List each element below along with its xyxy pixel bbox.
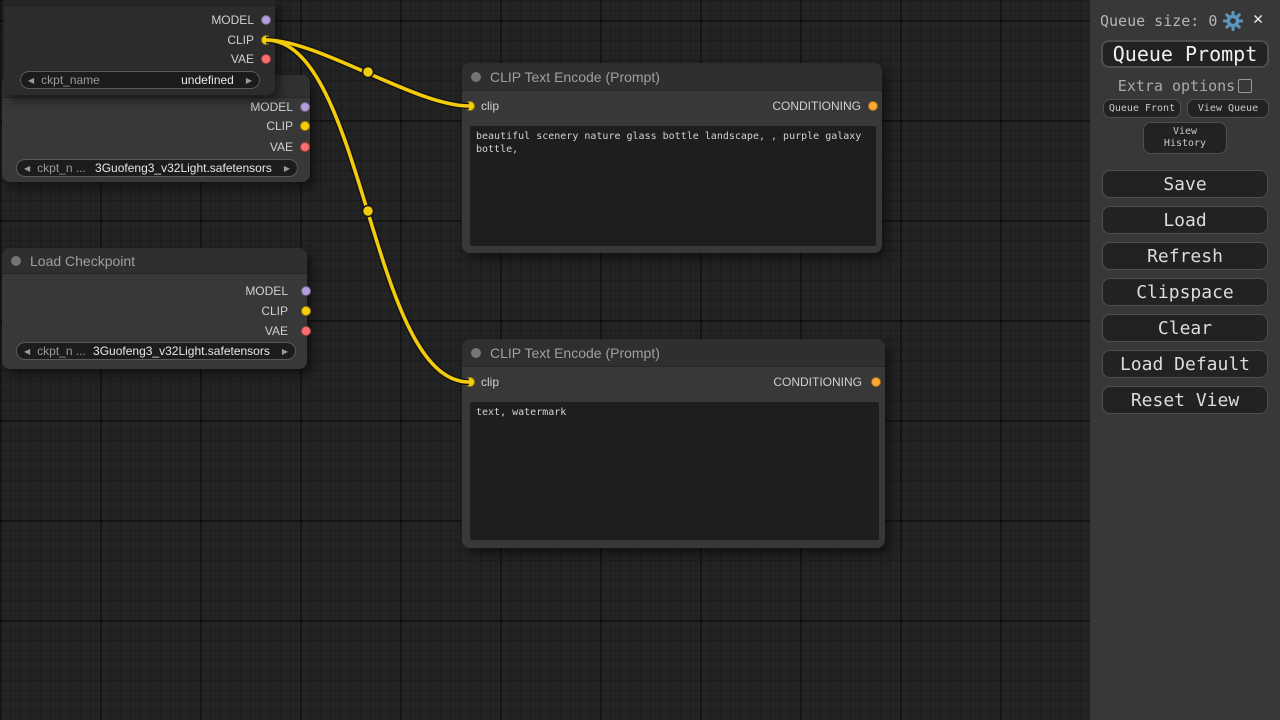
extra-options-label: Extra options [1118, 77, 1235, 95]
output-slot-model[interactable] [301, 286, 311, 296]
view-queue-button[interactable]: View Queue [1187, 99, 1269, 118]
output-slot-vae[interactable] [300, 142, 310, 152]
clipspace-button[interactable]: Clipspace [1102, 278, 1268, 306]
output-label-vae: VAE [231, 52, 254, 66]
input-slot-clip[interactable] [465, 101, 475, 111]
refresh-button[interactable]: Refresh [1102, 242, 1268, 270]
load-default-button[interactable]: Load Default [1102, 350, 1268, 378]
queue-size-label: Queue size: 0 [1100, 12, 1217, 30]
reset-view-button[interactable]: Reset View [1102, 386, 1268, 414]
view-history-button[interactable]: View History [1143, 122, 1227, 154]
input-label-clip: clip [481, 375, 499, 389]
output-label-conditioning: CONDITIONING [773, 375, 862, 389]
ckpt-name-widget[interactable]: ◀ ckpt_n ... 3Guofeng3_v32Light.safetens… [16, 159, 298, 177]
widget-value: undefined [181, 73, 234, 87]
widget-next-arrow-icon[interactable]: ▶ [246, 76, 252, 85]
node-title: CLIP Text Encode (Prompt) [490, 69, 660, 85]
queue-front-button[interactable]: Queue Front [1103, 99, 1181, 118]
settings-gear-icon[interactable] [1223, 11, 1243, 35]
node-load-checkpoint[interactable]: Load Checkpoint MODEL CLIP VAE ◀ ckpt_n … [2, 248, 307, 369]
node-clip-text-encode-positive[interactable]: CLIP Text Encode (Prompt) clip CONDITION… [462, 63, 882, 253]
node-clip-text-encode-negative[interactable]: CLIP Text Encode (Prompt) clip CONDITION… [462, 339, 885, 548]
widget-label: ckpt_n ... [37, 344, 86, 358]
output-slot-clip[interactable] [300, 121, 310, 131]
node-title: CLIP Text Encode (Prompt) [490, 345, 660, 361]
output-label-model: MODEL [250, 100, 293, 114]
widget-next-arrow-icon[interactable]: ▶ [282, 347, 288, 356]
output-label-clip: CLIP [227, 33, 254, 47]
widget-label: ckpt_name [41, 73, 100, 87]
output-label-vae: VAE [265, 324, 288, 338]
prompt-textarea[interactable]: text, watermark [470, 402, 879, 540]
widget-next-arrow-icon[interactable]: ▶ [284, 164, 290, 173]
extra-options-checkbox[interactable] [1238, 79, 1252, 93]
output-slot-model[interactable] [300, 102, 310, 112]
output-slot-conditioning[interactable] [871, 377, 881, 387]
node-title: Load Checkpoint [30, 253, 135, 269]
clear-button[interactable]: Clear [1102, 314, 1268, 342]
collapse-dot-icon[interactable] [471, 348, 481, 358]
node-header[interactable] [4, 0, 275, 6]
extra-options-row: Extra options [1090, 78, 1280, 94]
widget-label: ckpt_n ... [37, 161, 86, 175]
comfy-menu: Queue size: 0 ✕ Queue Prompt Extra optio… [1090, 0, 1280, 720]
node-header[interactable]: CLIP Text Encode (Prompt) [462, 63, 882, 91]
link-midpoint-dot[interactable] [363, 67, 374, 78]
output-slot-vae[interactable] [301, 326, 311, 336]
widget-value: 3Guofeng3_v32Light.safetensors [95, 161, 272, 175]
output-slot-clip[interactable] [301, 306, 311, 316]
output-label-conditioning: CONDITIONING [772, 99, 861, 113]
ckpt-name-widget[interactable]: ◀ ckpt_name undefined ▶ [20, 71, 260, 89]
node-header[interactable]: Load Checkpoint [2, 248, 307, 274]
output-label-model: MODEL [245, 284, 288, 298]
input-slot-clip[interactable] [465, 377, 475, 387]
widget-prev-arrow-icon[interactable]: ◀ [24, 347, 30, 356]
output-slot-conditioning[interactable] [868, 101, 878, 111]
widget-value: 3Guofeng3_v32Light.safetensors [93, 344, 270, 358]
link-midpoint-dot[interactable] [363, 206, 374, 217]
prompt-textarea[interactable]: beautiful scenery nature glass bottle la… [470, 126, 876, 246]
node-load-checkpoint-a[interactable]: MODEL CLIP VAE ◀ ckpt_name undefined ▶ [4, 0, 275, 95]
close-icon[interactable]: ✕ [1253, 9, 1263, 29]
collapse-dot-icon[interactable] [11, 256, 21, 266]
load-button[interactable]: Load [1102, 206, 1268, 234]
save-button[interactable]: Save [1102, 170, 1268, 198]
ckpt-name-widget[interactable]: ◀ ckpt_n ... 3Guofeng3_v32Light.safetens… [16, 342, 296, 360]
input-label-clip: clip [481, 99, 499, 113]
widget-prev-arrow-icon[interactable]: ◀ [24, 164, 30, 173]
output-label-model: MODEL [211, 13, 254, 27]
queue-prompt-button[interactable]: Queue Prompt [1101, 40, 1269, 68]
node-header[interactable]: CLIP Text Encode (Prompt) [462, 339, 885, 367]
output-label-vae: VAE [270, 140, 293, 154]
output-slot-model[interactable] [261, 15, 271, 25]
output-label-clip: CLIP [261, 304, 288, 318]
output-label-clip: CLIP [266, 119, 293, 133]
widget-prev-arrow-icon[interactable]: ◀ [28, 76, 34, 85]
node-graph-canvas[interactable]: MODEL CLIP VAE ◀ ckpt_n ... 3Guofeng3_v3… [0, 0, 1280, 720]
output-slot-clip[interactable] [261, 35, 271, 45]
output-slot-vae[interactable] [261, 54, 271, 64]
collapse-dot-icon[interactable] [471, 72, 481, 82]
